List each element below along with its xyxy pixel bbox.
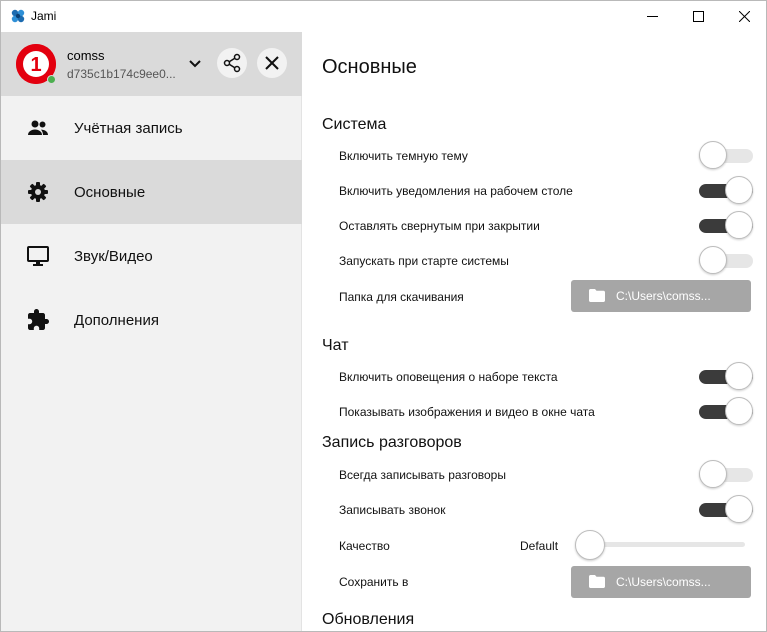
presence-indicator	[47, 75, 56, 84]
people-icon	[26, 116, 50, 140]
sidebar-item-label: Дополнения	[74, 311, 159, 329]
always-record-toggle[interactable]	[699, 460, 753, 490]
show-media-toggle[interactable]	[699, 397, 753, 427]
record-call-label: Записывать звонок	[339, 503, 446, 517]
download-folder-label: Папка для скачивания	[339, 290, 464, 304]
quality-slider-thumb[interactable]	[575, 530, 605, 560]
sidebar-item-plugins[interactable]: Дополнения	[1, 288, 302, 352]
quality-value: Default	[520, 539, 559, 553]
close-icon	[265, 56, 279, 70]
share-icon	[223, 53, 241, 73]
sidebar-item-account[interactable]: Учётная запись	[1, 96, 302, 160]
desktop-notifications-label: Включить уведомления на рабочем столе	[339, 184, 573, 198]
sidebar-item-label: Учётная запись	[74, 119, 183, 137]
settings-panel: Основные Система Включить темную тему Вк…	[303, 32, 766, 631]
share-button[interactable]	[217, 48, 247, 78]
minimize-icon	[646, 16, 658, 17]
gear-icon	[26, 180, 50, 204]
section-title-recording: Запись разговоров	[322, 434, 462, 451]
monitor-icon	[26, 244, 50, 268]
run-at-startup-toggle[interactable]	[699, 246, 753, 276]
quality-slider[interactable]	[575, 530, 745, 560]
close-window-button[interactable]	[721, 1, 766, 32]
quality-slider-rail[interactable]	[585, 542, 745, 547]
page-title: Основные	[322, 56, 417, 78]
maximize-icon	[692, 11, 704, 22]
save-to-folder-button[interactable]: C:\Users\comss...	[571, 566, 751, 598]
download-folder-button[interactable]: C:\Users\comss...	[571, 280, 751, 312]
keep-minimized-toggle[interactable]	[699, 211, 753, 241]
jami-logo-icon	[11, 9, 25, 23]
record-call-toggle[interactable]	[699, 495, 753, 525]
save-to-path: C:\Users\comss...	[616, 575, 711, 589]
quality-label: Качество	[339, 539, 390, 553]
puzzle-icon	[26, 308, 50, 332]
dark-theme-toggle[interactable]	[699, 141, 753, 171]
folder-icon	[589, 575, 605, 588]
account-id: d735c1b174c9ee0...	[67, 67, 176, 81]
title-bar: Jami	[1, 1, 766, 32]
sidebar-item-audio-video[interactable]: Звук/Видео	[1, 224, 302, 288]
jami-window: Jami 1 comss d735c1b174c9ee0... Учётная …	[0, 0, 767, 632]
folder-icon	[589, 289, 605, 302]
save-to-label: Сохранить в	[339, 575, 409, 589]
section-title-updates: Обновления	[322, 611, 415, 628]
download-folder-path: C:\Users\comss...	[616, 289, 711, 303]
section-title-chat: Чат	[322, 337, 349, 354]
account-dropdown-button[interactable]	[185, 54, 205, 74]
close-settings-button[interactable]	[257, 48, 287, 78]
minimize-button[interactable]	[629, 1, 675, 32]
sidebar: 1 comss d735c1b174c9ee0... Учётная запис…	[1, 32, 302, 631]
always-record-label: Всегда записывать разговоры	[339, 468, 506, 482]
sidebar-item-label: Звук/Видео	[74, 247, 153, 265]
account-name: comss	[67, 48, 105, 63]
account-header[interactable]: 1 comss d735c1b174c9ee0...	[1, 32, 302, 96]
sidebar-item-label: Основные	[74, 183, 146, 201]
dark-theme-label: Включить темную тему	[339, 149, 468, 163]
chevron-down-icon	[189, 60, 201, 68]
sidebar-item-general[interactable]: Основные	[1, 160, 302, 224]
typing-indicators-label: Включить оповещения о наборе текста	[339, 370, 558, 384]
show-media-label: Показывать изображения и видео в окне ча…	[339, 405, 595, 419]
avatar-text: 1	[30, 54, 41, 76]
desktop-notifications-toggle[interactable]	[699, 176, 753, 206]
run-at-startup-label: Запускать при старте системы	[339, 254, 509, 268]
section-title-system: Система	[322, 116, 387, 133]
window-title: Jami	[31, 9, 57, 23]
maximize-button[interactable]	[675, 1, 721, 32]
close-icon	[738, 11, 750, 22]
keep-minimized-label: Оставлять свернутым при закрытии	[339, 219, 540, 233]
typing-indicators-toggle[interactable]	[699, 362, 753, 392]
